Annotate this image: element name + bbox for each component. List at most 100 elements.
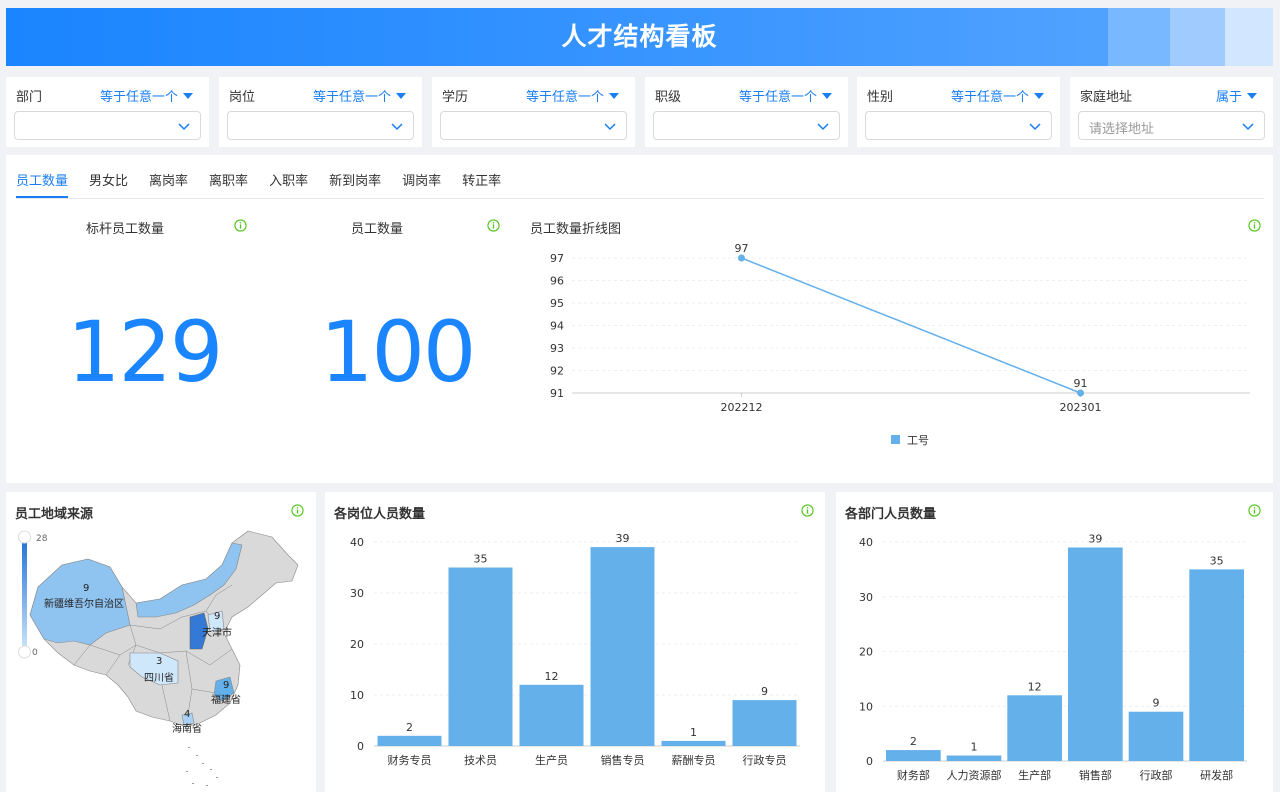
filter-department: 部门 等于任意一个 [6, 77, 209, 147]
region-value-fujian: 9 [223, 680, 229, 691]
chevron-down-icon [1242, 123, 1254, 131]
tab-new-arrival-rate[interactable]: 新到岗率 [329, 168, 381, 198]
x-tick-label: 202212 [721, 401, 763, 414]
bar [886, 750, 941, 761]
x-tick-label: 行政部 [1140, 768, 1173, 782]
y-tick-label: 40 [350, 536, 364, 549]
position-select[interactable] [227, 111, 414, 140]
data-label: 97 [735, 242, 749, 255]
legend-swatch [891, 435, 900, 444]
scale-handle-top[interactable] [18, 530, 31, 544]
y-tick-label: 0 [357, 740, 364, 753]
visual-map-scale[interactable] [22, 537, 27, 652]
filter-label: 职级 [655, 90, 682, 105]
info-icon[interactable] [487, 219, 500, 232]
region-label-fujian: 福建省 [211, 693, 241, 706]
tab-gender-ratio[interactable]: 男女比 [89, 168, 128, 198]
region-value-tianjin: 9 [214, 611, 220, 622]
page-title: 人才结构看板 [561, 22, 718, 51]
bar [1007, 695, 1062, 761]
chevron-down-icon [1029, 123, 1041, 131]
bar-value-label: 1 [971, 741, 978, 754]
tab-transfer-rate[interactable]: 调岗率 [402, 168, 441, 198]
info-icon[interactable] [1248, 504, 1261, 517]
position-chart-title: 各岗位人员数量 [334, 507, 426, 522]
y-tick-label: 30 [350, 587, 364, 600]
scale-handle-bottom[interactable] [18, 645, 31, 659]
tab-resignation-rate[interactable]: 离职率 [209, 168, 248, 198]
filter-operator-dropdown[interactable]: 等于任意一个 [100, 86, 193, 105]
rank-select[interactable] [653, 111, 840, 140]
x-tick-label: 财务部 [897, 768, 930, 782]
bar-value-label: 39 [616, 532, 630, 545]
region-value-hainan: 4 [184, 709, 190, 720]
x-tick-label: 生产员 [535, 753, 568, 767]
bar [661, 740, 726, 746]
filter-label: 家庭地址 [1080, 90, 1133, 105]
filter-label: 岗位 [229, 90, 256, 105]
education-select[interactable] [440, 111, 627, 140]
y-tick-label: 92 [550, 365, 564, 378]
bar-value-label: 9 [1153, 697, 1160, 710]
chevron-down-icon [178, 123, 190, 131]
x-tick-label: 薪酬专员 [672, 753, 716, 767]
y-tick-label: 93 [550, 342, 564, 355]
filter-label: 部门 [16, 90, 43, 105]
caret-down-icon [1034, 93, 1044, 99]
x-tick-label: 研发部 [1200, 768, 1233, 782]
department-bar-chart: 0 10 20 30 40 2 财务部 1 人力资源部 12 生产部 39 销售部 9 行政部 35 研发部 [859, 532, 1247, 782]
x-tick-label: 销售部 [1079, 768, 1112, 782]
y-tick-label: 10 [859, 700, 873, 713]
gender-select[interactable] [865, 111, 1052, 140]
department-select[interactable] [14, 111, 201, 140]
info-icon[interactable] [1248, 219, 1261, 232]
x-tick-label: 技术员 [464, 754, 497, 767]
kpi-employees-value: 100 [320, 303, 476, 401]
filter-operator-dropdown[interactable]: 等于任意一个 [313, 86, 406, 105]
bar [590, 547, 655, 746]
chevron-down-icon [391, 123, 403, 131]
tab-regularization-rate[interactable]: 转正率 [462, 168, 501, 198]
filter-home-address: 家庭地址 属于 请选择地址 [1070, 77, 1273, 147]
y-tick-label: 91 [550, 387, 564, 400]
tab-leave-post-rate[interactable]: 离岗率 [149, 168, 188, 198]
bar [1068, 547, 1123, 761]
filter-operator-dropdown[interactable]: 等于任意一个 [951, 86, 1044, 105]
x-tick-label: 销售专员 [601, 753, 645, 767]
x-tick-label: 财务专员 [388, 753, 432, 767]
tab-onboarding-rate[interactable]: 入职率 [269, 168, 308, 198]
address-select[interactable]: 请选择地址 [1078, 111, 1265, 140]
info-icon[interactable] [801, 504, 814, 517]
info-icon[interactable] [234, 219, 247, 232]
bar [1189, 569, 1244, 761]
header-banner: 人才结构看板 [6, 8, 1273, 66]
tab-employee-count[interactable]: 员工数量 [16, 168, 68, 198]
active-tab-indicator [16, 196, 68, 198]
chevron-down-icon [817, 123, 829, 131]
info-icon[interactable] [291, 504, 304, 517]
data-point [738, 254, 745, 262]
data-point [1077, 389, 1084, 397]
filter-operator-dropdown[interactable]: 属于 [1216, 86, 1257, 105]
y-tick-label: 10 [350, 689, 364, 702]
y-tick-label: 0 [866, 755, 873, 768]
region-label-xinjiang: 新疆维吾尔自治区 [44, 597, 124, 610]
filter-operator-dropdown[interactable]: 等于任意一个 [739, 86, 832, 105]
y-tick-label: 20 [859, 646, 873, 659]
x-tick-label: 行政专员 [743, 753, 787, 767]
filter-operator-dropdown[interactable]: 等于任意一个 [526, 86, 619, 105]
x-tick-label: 人力资源部 [947, 768, 1002, 782]
caret-down-icon [1247, 93, 1257, 99]
y-tick-label: 20 [350, 638, 364, 651]
filter-label: 性别 [867, 90, 894, 105]
bar-value-label: 35 [1210, 554, 1224, 567]
x-tick-label: 202301 [1060, 401, 1102, 414]
department-chart-title: 各部门人员数量 [845, 507, 937, 522]
y-tick-label: 40 [859, 536, 873, 549]
metric-tabs: 员工数量 男女比 离岗率 离职率 入职率 新到岗率 调岗率 转正率 [16, 168, 501, 198]
line-chart-title: 员工数量折线图 [530, 222, 622, 237]
caret-down-icon [396, 93, 406, 99]
bar [377, 735, 442, 746]
data-label: 91 [1074, 377, 1088, 390]
chevron-down-icon [604, 123, 616, 131]
